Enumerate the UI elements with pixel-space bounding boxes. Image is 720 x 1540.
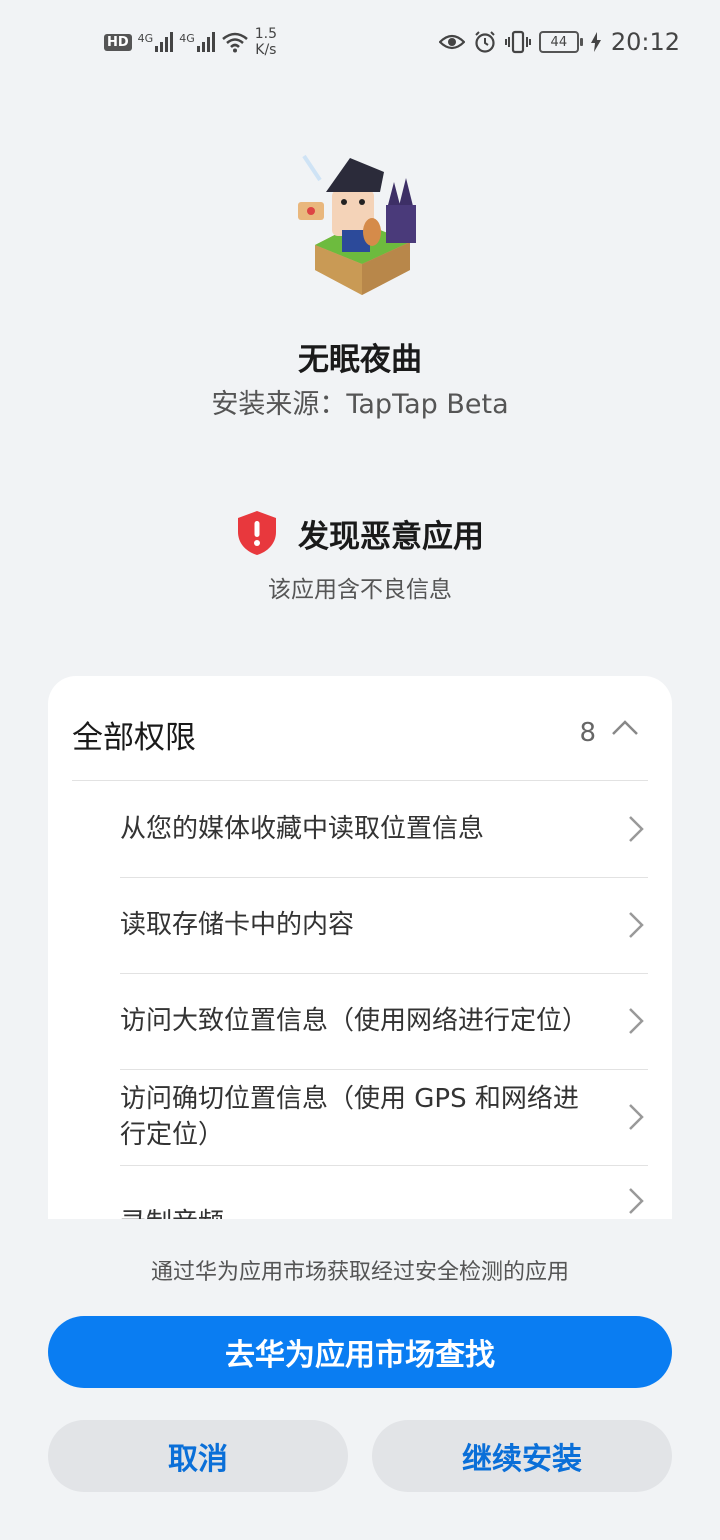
cancel-button[interactable]: 取消: [48, 1420, 348, 1492]
vibrate-icon: [504, 30, 531, 54]
status-bar-left: HD 4G 4G 1.5 K/s: [104, 24, 277, 60]
status-bar: HD 4G 4G 1.5 K/s 44 20:12: [0, 0, 720, 80]
battery-level: 44: [550, 34, 568, 50]
clock: 20:12: [610, 28, 680, 56]
network-type-label: 4G: [179, 32, 195, 45]
chevron-right-icon: [629, 1188, 644, 1214]
permission-item[interactable]: 读取存储卡中的内容: [120, 877, 648, 974]
chevron-right-icon: [629, 1008, 644, 1034]
permission-label: 访问大致位置信息（使用网络进行定位）: [120, 1006, 589, 1036]
malware-warning: 发现恶意应用: [0, 510, 720, 556]
permission-item[interactable]: 录制音频: [120, 1165, 648, 1219]
signal-icon: 4G: [179, 32, 215, 52]
eye-comfort-icon: [438, 34, 465, 50]
permission-item[interactable]: 访问确切位置信息（使用 GPS 和网络进行定位）: [120, 1069, 648, 1166]
battery-icon: 44: [538, 31, 583, 53]
net-speed-unit: K/s: [255, 42, 277, 58]
permission-label: 录制音频: [120, 1205, 602, 1219]
net-speed-value: 1.5: [254, 26, 277, 42]
continue-install-button[interactable]: 继续安装: [372, 1420, 672, 1492]
shield-warning-icon: [238, 511, 276, 555]
network-type-label: 4G: [137, 32, 154, 45]
permissions-count: 8: [579, 718, 596, 748]
warning-title: 发现恶意应用: [298, 518, 484, 555]
open-appgallery-button[interactable]: 去华为应用市场查找: [48, 1316, 672, 1388]
permission-label: 从您的媒体收藏中读取位置信息: [120, 814, 485, 844]
alarm-icon: [475, 31, 495, 53]
permissions-title: 全部权限: [72, 720, 196, 756]
hd-badge: HD: [104, 33, 132, 51]
wifi-icon: [221, 32, 248, 53]
chevron-up-icon[interactable]: [610, 716, 640, 740]
status-bar-right: 44 20:12: [438, 24, 680, 60]
app-icon: [298, 154, 416, 295]
signal-icon: 4G: [138, 32, 174, 52]
warning-subtitle: 该应用含不良信息: [268, 577, 452, 603]
install-source: 安装来源：TapTap Beta: [211, 389, 509, 420]
permission-label: 读取存储卡中的内容: [120, 910, 355, 940]
permissions-header[interactable]: 全部权限 8: [72, 676, 648, 781]
safety-hint: 通过华为应用市场获取经过安全检测的应用: [150, 1260, 569, 1285]
permission-label: 访问确切位置信息（使用 GPS 和网络进行定位）: [120, 1084, 579, 1150]
charging-icon: [590, 32, 601, 52]
net-speed: 1.5 K/s: [255, 26, 277, 58]
permissions-card: 全部权限 8 从您的媒体收藏中读取位置信息 读取存储卡中的内容 访问大致位置信息…: [48, 676, 672, 1219]
permission-item[interactable]: 访问大致位置信息（使用网络进行定位）: [120, 973, 648, 1070]
permission-item[interactable]: 从您的媒体收藏中读取位置信息: [120, 781, 648, 878]
chevron-right-icon: [629, 912, 644, 938]
app-name: 无眠夜曲: [298, 342, 422, 378]
chevron-right-icon: [629, 816, 644, 842]
chevron-right-icon: [629, 1104, 644, 1130]
